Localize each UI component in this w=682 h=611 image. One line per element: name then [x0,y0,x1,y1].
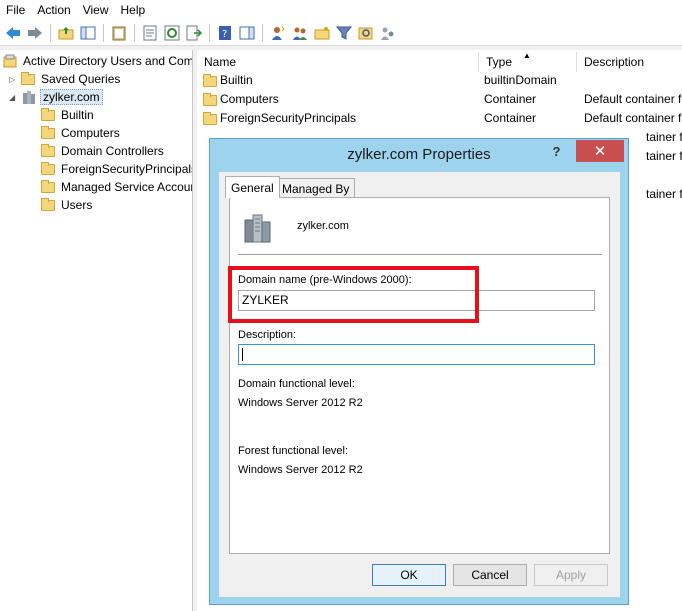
tree-item-builtin[interactable]: Builtin [41,106,94,124]
domain-level-label: Domain functional level: [238,378,355,390]
sort-ascending-icon: ▲ [523,51,531,60]
folder-icon [41,179,55,193]
tree-item-saved-queries[interactable]: ▷ Saved Queries [9,70,120,88]
folder-icon [203,93,217,106]
tab-general[interactable]: General [225,176,280,198]
list-item[interactable]: ForeignSecurityPrincipals Container Defa… [197,109,682,128]
back-icon[interactable] [4,24,22,42]
folder-icon [41,143,55,157]
new-group-icon[interactable] [291,24,309,42]
folder-icon [41,107,55,121]
tree-item-foreign-security-principals[interactable]: ForeignSecurityPrincipals [41,160,192,178]
menu-help[interactable]: Help [115,3,152,17]
properties-dialog: zylker.com Properties ? ✕ General Manage… [209,138,629,605]
clipboard-icon[interactable] [110,24,128,42]
forest-level-label: Forest functional level: [238,445,349,457]
text-cursor [242,348,243,362]
list-description-fragment: tainer f [646,187,682,201]
collapse-arrow-icon[interactable]: ◢ [9,93,17,102]
tree-root[interactable]: Active Directory Users and Com [3,52,192,70]
domain-icon [244,214,271,243]
tree-item-computers[interactable]: Computers [41,124,120,142]
list-description-fragment: tainer f [646,130,682,144]
properties-icon[interactable] [141,24,159,42]
menu-file[interactable]: File [0,3,31,17]
tree-item-users[interactable]: Users [41,196,92,214]
forward-icon[interactable] [26,24,44,42]
ok-button[interactable]: OK [372,564,446,586]
refresh-icon[interactable] [163,24,181,42]
column-header-description[interactable]: Description [577,52,682,72]
domain-icon [23,91,35,104]
list-item[interactable]: Builtin builtinDomain [197,71,682,90]
tree-item-domain-controllers[interactable]: Domain Controllers [41,142,164,160]
column-header-type[interactable]: Type ▲ [479,51,577,72]
new-ou-icon[interactable] [313,24,331,42]
apply-button[interactable]: Apply [534,564,608,586]
expand-arrow-icon[interactable]: ▷ [9,75,17,84]
general-tab-panel: zylker.com Domain name (pre-Windows 2000… [229,197,610,554]
tab-managed-by[interactable]: Managed By [276,178,356,198]
folder-icon [203,112,217,125]
help-button[interactable]: ? [540,140,573,162]
folder-icon [41,197,55,211]
svg-text:?: ? [222,29,227,40]
menu-action[interactable]: Action [31,3,76,17]
description-field[interactable] [238,344,595,365]
tree-item-domain[interactable]: ◢ zylker.com [9,88,103,106]
list-description-fragment: tainer f [646,149,682,163]
close-button[interactable]: ✕ [576,140,624,162]
folder-icon [41,125,55,139]
toolbar: ? [0,20,682,46]
find-icon[interactable] [357,24,375,42]
folder-icon [21,71,35,85]
show-panel-icon[interactable] [238,24,256,42]
add-to-group-icon[interactable] [379,24,397,42]
filter-icon[interactable] [335,24,353,42]
forest-level-value: Windows Server 2012 R2 [238,464,363,476]
folder-icon [41,161,55,175]
object-name: zylker.com [297,220,349,232]
column-header-name[interactable]: Name [197,52,479,72]
console-tree: Active Directory Users and Com ▷ Saved Q… [0,50,193,611]
separator [238,254,602,255]
export-list-icon[interactable] [185,24,203,42]
up-folder-icon[interactable] [57,24,75,42]
description-label: Description: [238,329,297,341]
menu-view[interactable]: View [77,3,115,17]
dialog-body: General Managed By zylker.com Domain nam… [219,172,620,597]
show-hide-console-tree-icon[interactable] [79,24,97,42]
new-user-icon[interactable] [269,24,287,42]
cancel-button[interactable]: Cancel [453,564,527,586]
highlight-box [228,266,479,323]
menu-bar: File Action View Help [0,0,682,20]
domain-level-value: Windows Server 2012 R2 [238,397,363,409]
aduc-icon [3,54,17,68]
list-item[interactable]: Computers Container Default container fo [197,90,682,109]
folder-icon [203,74,217,87]
tree-item-managed-service-accounts[interactable]: Managed Service Accour [41,178,192,196]
help-book-icon[interactable]: ? [216,24,234,42]
